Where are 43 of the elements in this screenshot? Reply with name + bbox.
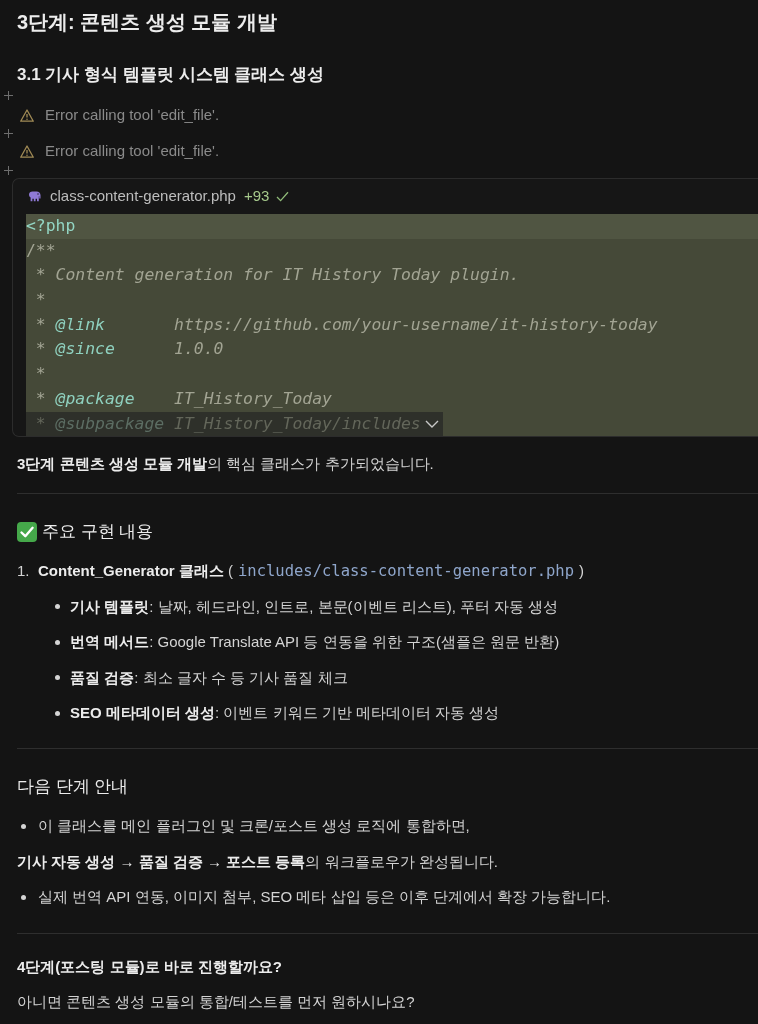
plus-icon — [4, 165, 13, 175]
error-message: Error calling tool 'edit_file'. — [45, 105, 220, 125]
bullet-text: 실제 번역 API 연동, 이미지 첨부, SEO 메타 삽입 등은 이후 단계에서 확장 가능합니다. — [38, 887, 611, 908]
code-line: * @link https://github.com/your-username/it-history-today — [34, 313, 658, 336]
bullet-icon — [55, 639, 60, 645]
code-line: * @package IT_History_Today — [34, 387, 332, 410]
summary-text: 3단계 콘텐츠 생성 모듈 개발의 핵심 클래스가 추가되었습니다. — [17, 454, 435, 475]
bullet-text: 기사 템플릿: 날짜, 헤드라인, 인트로, 본문(이벤트 리스트), 푸터 자동 생성 — [70, 596, 559, 617]
elephant-icon — [28, 191, 41, 202]
file-name: class-content-generator.php — [50, 186, 236, 207]
paragraph-text: 기사 자동 생성 → 품질 검증 → 포스트 등록의 워크플로우가 완성됩니다. — [17, 852, 499, 873]
list-item-text: Content_Generator 클래스 ( includes/class-content-generator.php ) — [38, 561, 584, 583]
list-number: 1. — [17, 560, 31, 581]
section-heading: 다음 단계 안내 — [17, 776, 130, 799]
bullet-text: SEO 메타데이터 생성: 이벤트 키워드 기반 메타데이터 자동 생성 — [70, 703, 500, 724]
check-icon — [276, 191, 290, 202]
bullet-icon — [21, 894, 26, 900]
plus-icon — [4, 128, 13, 138]
bullet-icon — [55, 710, 60, 716]
bullet-icon — [21, 823, 26, 829]
code-line: * — [34, 289, 46, 312]
expand-button[interactable] — [420, 411, 443, 437]
additions-count: +93 — [243, 186, 270, 207]
warning-icon — [20, 108, 34, 122]
code-line: * Content generation for IT History Today plugin. — [34, 264, 520, 287]
question-text: 4단계(포스팅 모듈)로 바로 진행할까요? — [17, 957, 283, 978]
bullet-text: 이 클래스를 메인 플러그인 및 크론/포스트 생성 로직에 통합하면, — [38, 816, 470, 837]
bullet-text: 번역 메서드: Google Translate API 등 연동을 위한 구조(샘플은 원문 반환) — [70, 632, 560, 653]
checkmark-icon — [17, 522, 37, 543]
code-line: * — [34, 363, 46, 386]
page-heading: 3단계: 콘텐츠 생성 모듈 개발 — [17, 10, 278, 35]
plus-icon — [4, 90, 13, 100]
bullet-icon — [55, 675, 60, 681]
section-heading: 3.1 기사 형식 템플릿 시스템 클래스 생성 — [17, 64, 325, 86]
section-heading: 주요 구현 내용 — [42, 521, 154, 544]
bullet-icon — [55, 604, 60, 610]
code-line: * @since 1.0.0 — [34, 338, 224, 361]
error-message: Error calling tool 'edit_file'. — [45, 141, 220, 161]
warning-icon — [20, 144, 34, 158]
chevron-down-icon — [424, 419, 439, 428]
question-text: 아니면 콘텐츠 생성 모듈의 통합/테스트를 먼저 원하시나요? — [17, 992, 416, 1013]
bullet-text: 품질 검증: 최소 글자 수 등 기사 품질 체크 — [70, 667, 348, 688]
code-line: /** — [26, 239, 56, 262]
